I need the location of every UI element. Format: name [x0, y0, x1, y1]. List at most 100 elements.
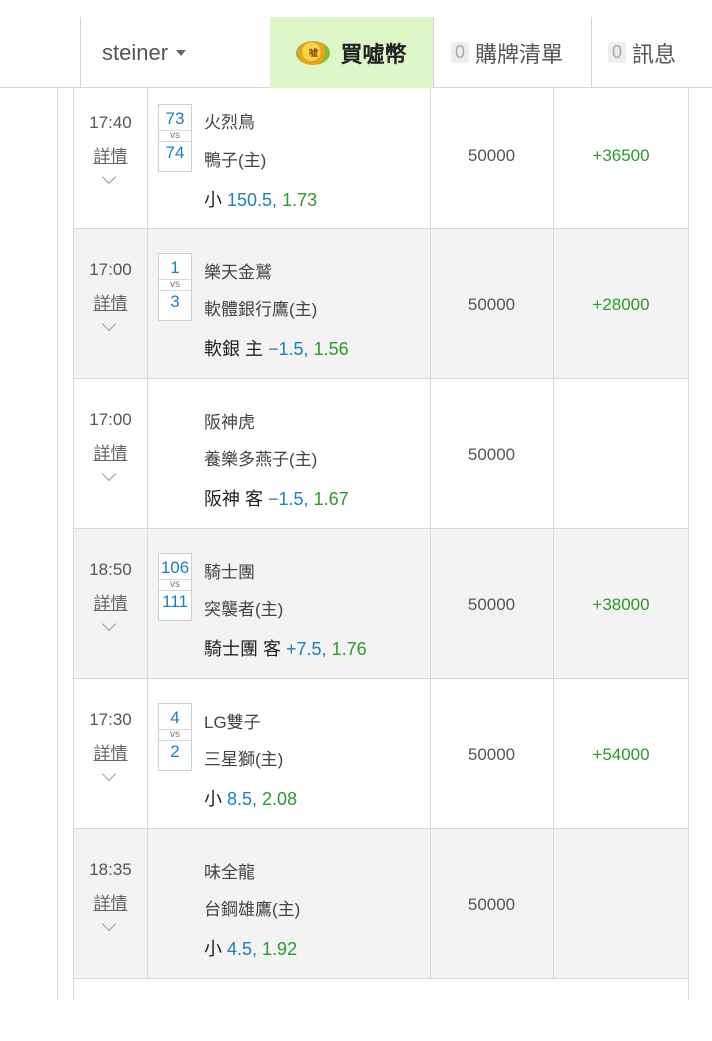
stake-amount: 50000 — [467, 595, 516, 614]
home-team: 台鋼雄鷹(主) — [204, 900, 301, 919]
bet-selection: 小 — [204, 190, 228, 210]
away-team: 味全龍 — [204, 863, 255, 882]
bet-pick: 騎士團 客 +7.5, 1.76 — [204, 635, 367, 661]
bet-odds: 1.73 — [277, 190, 318, 210]
game-time: 17:00 — [89, 410, 132, 429]
column-divider — [147, 88, 148, 228]
details-link[interactable]: 詳情 — [74, 289, 147, 314]
score-home: 111 — [162, 592, 188, 611]
bet-selection: 小 — [204, 789, 228, 809]
score-box: 1 vs 3 — [158, 253, 192, 321]
bet-line: 4.5, — [227, 939, 258, 959]
table-row: 17:00 詳情 阪神虎 養樂多燕子(主) 阪神 客 −1.5, 1.67 50000 — [74, 379, 688, 529]
details-link[interactable]: 詳情 — [74, 142, 147, 167]
bet-selection: 軟銀 主 — [204, 339, 269, 359]
game-time: 18:50 — [89, 560, 132, 579]
bet-odds: 2.08 — [257, 789, 298, 809]
details-link[interactable]: 詳情 — [74, 589, 147, 614]
vs-label: vs — [159, 279, 191, 291]
home-team: 軟體銀行鷹(主) — [204, 300, 318, 319]
bet-line: 8.5, — [227, 789, 258, 809]
vs-label: vs — [159, 130, 191, 142]
column-divider — [147, 379, 148, 528]
user-menu[interactable]: steiner — [80, 17, 270, 88]
stake-amount: 50000 — [467, 146, 516, 165]
game-time: 17:30 — [89, 710, 132, 729]
bet-selection: 騎士團 客 — [204, 639, 287, 659]
column-divider — [147, 529, 148, 678]
bet-pick: 軟銀 主 −1.5, 1.56 — [204, 335, 349, 361]
vs-label: vs — [159, 579, 191, 591]
score-box: 73 vs 74 — [158, 104, 192, 172]
stake-amount: 50000 — [467, 895, 516, 914]
stake-amount: 50000 — [467, 445, 516, 464]
score-box: 106 vs 111 — [158, 553, 192, 621]
game-time: 17:00 — [89, 260, 132, 279]
payout-result: +54000 — [592, 745, 650, 764]
chevron-down-icon[interactable] — [101, 466, 117, 482]
score-home: 74 — [165, 143, 185, 162]
chevron-down-icon[interactable] — [101, 766, 117, 782]
username: steiner — [102, 39, 169, 65]
chevron-down-icon[interactable] — [101, 916, 117, 932]
caret-down-icon — [176, 49, 187, 56]
bet-odds: 1.76 — [326, 639, 367, 659]
column-divider — [553, 829, 554, 978]
bet-selection: 阪神 客 — [204, 489, 269, 509]
table-row: 17:30 詳情 4 vs 2 LG雙子 三星獅(主) 小 8.5, 2.08 50000 +54… — [74, 679, 688, 829]
game-time: 17:40 — [89, 113, 132, 132]
score-away: 4 — [170, 708, 180, 727]
stake-amount: 50000 — [467, 745, 516, 764]
column-divider — [147, 679, 148, 828]
bet-history-table: 17:40 詳情 73 vs 74 火烈鳥 鴨子(主) 小 150.5, 1.73 50000 +… — [73, 88, 689, 1000]
score-home: 2 — [170, 742, 180, 761]
coin-icon: 噓 — [296, 40, 331, 65]
payout-result: +36500 — [592, 146, 650, 165]
payout-result: +28000 — [592, 295, 650, 314]
column-divider — [553, 379, 554, 528]
home-team: 鴨子(主) — [204, 151, 267, 170]
chevron-down-icon[interactable] — [101, 169, 117, 185]
bet-line: −1.5, — [268, 489, 309, 509]
score-away: 73 — [165, 109, 185, 128]
bet-odds: 1.56 — [308, 339, 349, 359]
payout-result: +38000 — [592, 595, 650, 614]
bet-selection: 小 — [204, 939, 228, 959]
home-team: 突襲者(主) — [204, 600, 284, 619]
bet-line: +7.5, — [286, 639, 327, 659]
vs-label: vs — [159, 729, 191, 741]
bet-odds: 1.67 — [308, 489, 349, 509]
top-nav-bar: steiner 噓 買噓幣 0 購牌清單 0 訊息 — [0, 0, 712, 88]
cart-button[interactable]: 0 購牌清單 — [433, 17, 591, 88]
messages-count-badge: 0 — [608, 42, 627, 63]
buy-coins-button[interactable]: 噓 買噓幣 — [270, 17, 433, 88]
table-row: 17:00 詳情 1 vs 3 樂天金鷲 軟體銀行鷹(主) 軟銀 主 −1.5, 1.56 50… — [74, 229, 688, 379]
messages-label: 訊息 — [632, 41, 677, 67]
chevron-down-icon[interactable] — [101, 316, 117, 332]
score-away: 106 — [160, 558, 190, 577]
away-team: 火烈鳥 — [204, 113, 255, 132]
cart-label: 購牌清單 — [475, 41, 564, 67]
bet-pick: 小 150.5, 1.73 — [204, 186, 317, 212]
away-team: 騎士團 — [204, 563, 255, 582]
side-divider — [57, 88, 58, 1000]
bet-line: −1.5, — [268, 339, 309, 359]
table-row: 17:40 詳情 73 vs 74 火烈鳥鴨子(主) 小 150.5, 1.73 50000 +… — [74, 88, 688, 229]
bet-pick: 小 4.5, 1.92 — [204, 935, 297, 961]
score-away: 1 — [170, 258, 180, 277]
home-team: 養樂多燕子(主) — [204, 450, 318, 469]
home-team: 三星獅(主) — [204, 750, 284, 769]
bet-pick: 阪神 客 −1.5, 1.67 — [204, 485, 349, 511]
messages-button[interactable]: 0 訊息 — [591, 17, 712, 88]
details-link[interactable]: 詳情 — [74, 439, 147, 464]
table-row-partial — [74, 979, 688, 1041]
bet-line: 150.5, — [227, 190, 278, 210]
column-divider — [147, 829, 148, 978]
cart-count-badge: 0 — [451, 42, 470, 63]
details-link[interactable]: 詳情 — [74, 739, 147, 764]
details-link[interactable]: 詳情 — [74, 889, 147, 914]
column-divider — [147, 229, 148, 378]
table-row: 18:35 詳情 味全龍 台鋼雄鷹(主) 小 4.5, 1.92 50000 — [74, 829, 688, 979]
score-box: 4 vs 2 — [158, 703, 192, 771]
chevron-down-icon[interactable] — [101, 616, 117, 632]
